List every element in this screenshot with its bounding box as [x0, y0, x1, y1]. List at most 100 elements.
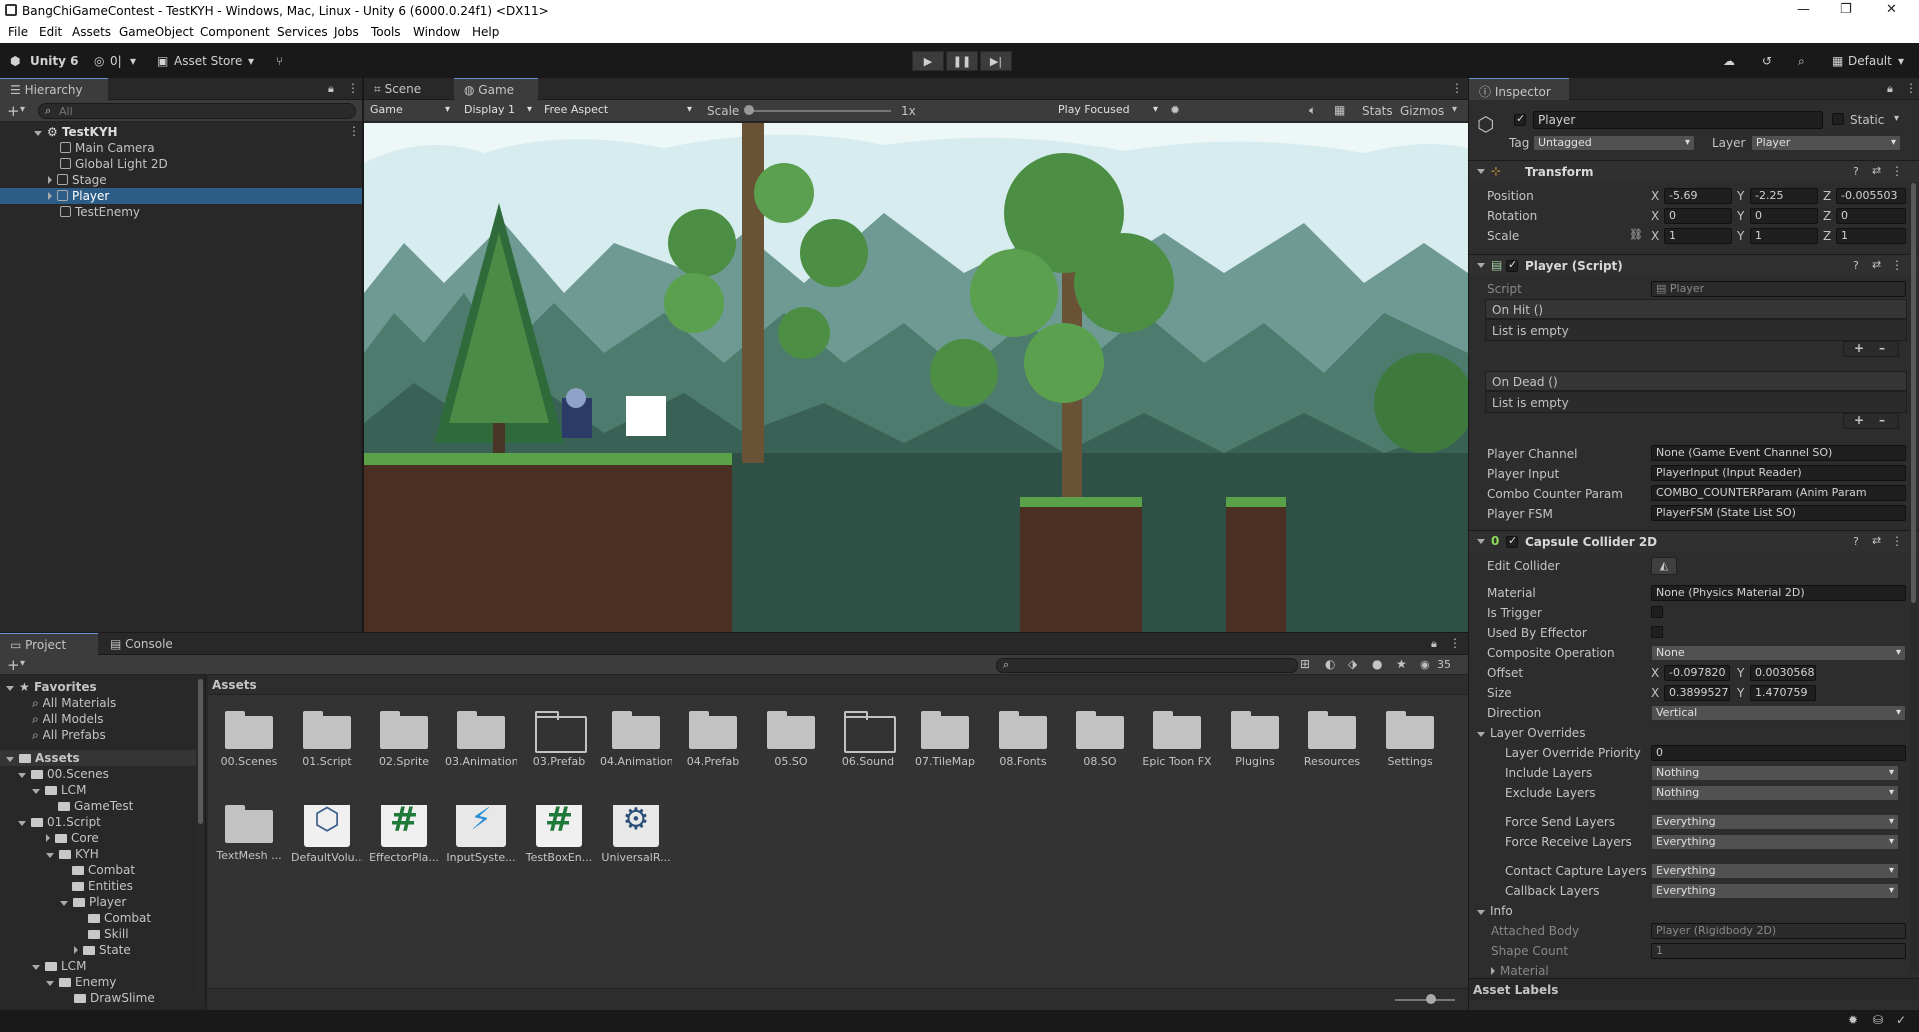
unity-icon[interactable]: ⬢ — [10, 54, 20, 68]
fold-icon[interactable] — [1491, 967, 1495, 975]
menu-jobs[interactable]: Jobs — [334, 25, 359, 39]
tab-project[interactable]: ▭ Project — [0, 633, 98, 655]
position-y-field[interactable]: -2.25 — [1750, 188, 1818, 204]
display-dropdown[interactable]: Display 1 — [460, 103, 536, 119]
player-script-header[interactable]: ▤ Player (Script) ? ⇄ ⋮ — [1469, 254, 1919, 276]
size-x-field[interactable]: 0.3899527 — [1664, 685, 1730, 701]
chevron-down-icon[interactable]: ▾ — [1894, 113, 1899, 124]
minimize-icon[interactable]: — — [1797, 2, 1810, 17]
inspector-scrollbar[interactable] — [1910, 183, 1917, 973]
aspect-dropdown[interactable]: Free Aspect — [540, 103, 696, 119]
composite-dropdown[interactable]: None — [1651, 645, 1906, 661]
is-trigger-checkbox[interactable] — [1651, 606, 1663, 618]
chevron-down-icon[interactable]: ▾ — [20, 658, 25, 669]
fold-icon[interactable] — [46, 834, 50, 842]
scale-slider-handle[interactable] — [744, 105, 754, 115]
tree-folder[interactable]: DrawSlime — [74, 990, 155, 1006]
position-x-field[interactable]: -5.69 — [1664, 188, 1732, 204]
layer-dropdown[interactable]: Player — [1751, 135, 1901, 151]
play-mode-dropdown[interactable]: Play Focused — [1054, 103, 1162, 119]
asset-folder[interactable]: 08.Fonts — [987, 711, 1059, 768]
asset-folder[interactable]: 04.Animation — [600, 711, 672, 768]
fold-icon[interactable] — [34, 131, 42, 136]
chevron-down-icon[interactable]: ▾ — [248, 54, 254, 68]
transform-header[interactable]: ⊹ Transform ? ⇄ ⋮ — [1469, 160, 1919, 182]
lock-icon[interactable]: 🔒︎ — [1431, 637, 1437, 651]
scrollbar-thumb[interactable] — [1911, 183, 1916, 603]
history-icon[interactable]: ↺ — [1762, 54, 1772, 68]
fold-icon[interactable] — [18, 821, 26, 826]
tab-scene[interactable]: ⌗ Scene — [364, 78, 452, 100]
scale-slider[interactable] — [748, 110, 891, 112]
material-foldout[interactable]: Material — [1491, 964, 1549, 978]
remove-icon[interactable]: – — [1879, 413, 1885, 427]
fold-icon[interactable] — [1477, 732, 1485, 737]
chevron-down-icon[interactable]: ▾ — [20, 104, 25, 115]
scale-z-field[interactable]: 1 — [1836, 228, 1906, 244]
collab-icon[interactable]: ◎ — [94, 54, 104, 68]
tree-folder[interactable]: Core — [46, 830, 99, 846]
close-icon[interactable]: ✕ — [1886, 2, 1897, 17]
layer-overrides-foldout[interactable]: Layer Overrides — [1477, 726, 1585, 740]
contact-capture-dropdown[interactable]: Everything — [1651, 863, 1899, 879]
tree-folder[interactable]: GameTest — [58, 798, 133, 814]
asset-folder[interactable]: TextMesh ... — [213, 805, 285, 862]
asset-file[interactable]: # TestBoxEn... — [523, 805, 595, 864]
step-button[interactable]: ▶| — [980, 51, 1012, 71]
audio-icon[interactable]: 🔈︎ — [1309, 103, 1316, 118]
menu-file[interactable]: File — [8, 25, 28, 39]
kebab-menu-icon[interactable]: ⋮ — [1451, 81, 1463, 95]
scrollbar-thumb[interactable] — [198, 679, 203, 824]
tree-scrollbar[interactable] — [197, 679, 204, 997]
fold-icon[interactable] — [1477, 910, 1485, 915]
add-icon[interactable]: + — [7, 102, 20, 120]
rotation-y-field[interactable]: 0 — [1750, 208, 1818, 224]
favorites-header[interactable]: ★ Favorites — [6, 679, 97, 695]
hierarchy-item[interactable]: Global Light 2D — [60, 156, 168, 172]
active-checkbox[interactable] — [1514, 112, 1526, 126]
include-layers-dropdown[interactable]: Nothing — [1651, 765, 1899, 781]
fold-icon[interactable] — [32, 789, 40, 794]
asset-folder[interactable]: 00.Scenes — [213, 711, 285, 768]
fold-icon[interactable] — [60, 901, 68, 906]
combo-field[interactable]: COMBO_COUNTERParam (Anim Param — [1651, 485, 1906, 501]
fold-icon[interactable] — [74, 946, 78, 954]
fold-icon[interactable] — [1477, 263, 1485, 268]
gizmos-button[interactable]: Gizmos — [1400, 104, 1444, 118]
hierarchy-item-selected[interactable]: Player — [48, 188, 109, 204]
label-icon[interactable]: ⬗ — [1348, 657, 1357, 671]
menu-assets[interactable]: Assets — [72, 25, 111, 39]
chevron-down-icon[interactable]: ▾ — [130, 54, 136, 68]
player-fsm-field[interactable]: PlayerFSM (State List SO) — [1651, 505, 1906, 521]
link-icon[interactable]: ⛓ — [1629, 228, 1643, 241]
favorite-item[interactable]: ⌕ All Materials — [32, 695, 116, 711]
tree-folder[interactable]: Combat — [88, 910, 151, 926]
cache-icon[interactable]: ⛁ — [1873, 1013, 1883, 1027]
collab-button[interactable]: 0| — [110, 54, 122, 68]
tab-console[interactable]: ▤ Console — [100, 633, 180, 655]
add-icon[interactable]: + — [7, 656, 20, 674]
fold-icon[interactable] — [1477, 539, 1485, 544]
eye-icon[interactable]: ◉ — [1420, 658, 1430, 671]
cloud-icon[interactable]: ☁ — [1723, 54, 1735, 68]
check-status-icon[interactable]: ✓ — [1896, 1013, 1906, 1027]
asset-folder[interactable]: 07.TileMap — [909, 711, 981, 768]
offset-x-field[interactable]: -0.097820 — [1664, 665, 1730, 681]
fold-icon[interactable] — [6, 757, 14, 762]
menu-services[interactable]: Services — [277, 25, 328, 39]
star-icon[interactable]: ★ — [1396, 657, 1407, 671]
layout-dropdown[interactable]: Default — [1848, 54, 1892, 68]
tree-folder[interactable]: Enemy — [46, 974, 116, 990]
tree-folder[interactable]: LCM — [32, 958, 86, 974]
fold-icon[interactable] — [48, 192, 52, 200]
force-receive-dropdown[interactable]: Everything — [1651, 834, 1899, 850]
asset-labels-bar[interactable]: Asset Labels — [1469, 978, 1919, 1000]
tab-game[interactable]: ◍ Game — [454, 78, 538, 100]
asset-folder[interactable]: Resources — [1296, 711, 1368, 768]
hierarchy-item[interactable]: Stage — [48, 172, 107, 188]
tree-folder[interactable]: Skill — [88, 926, 129, 942]
enabled-checkbox[interactable] — [1506, 258, 1518, 272]
tree-folder[interactable]: 00.Scenes — [18, 766, 109, 782]
add-icon[interactable]: + — [1854, 413, 1864, 427]
kebab-menu-icon[interactable]: ⋮ — [1449, 636, 1461, 650]
